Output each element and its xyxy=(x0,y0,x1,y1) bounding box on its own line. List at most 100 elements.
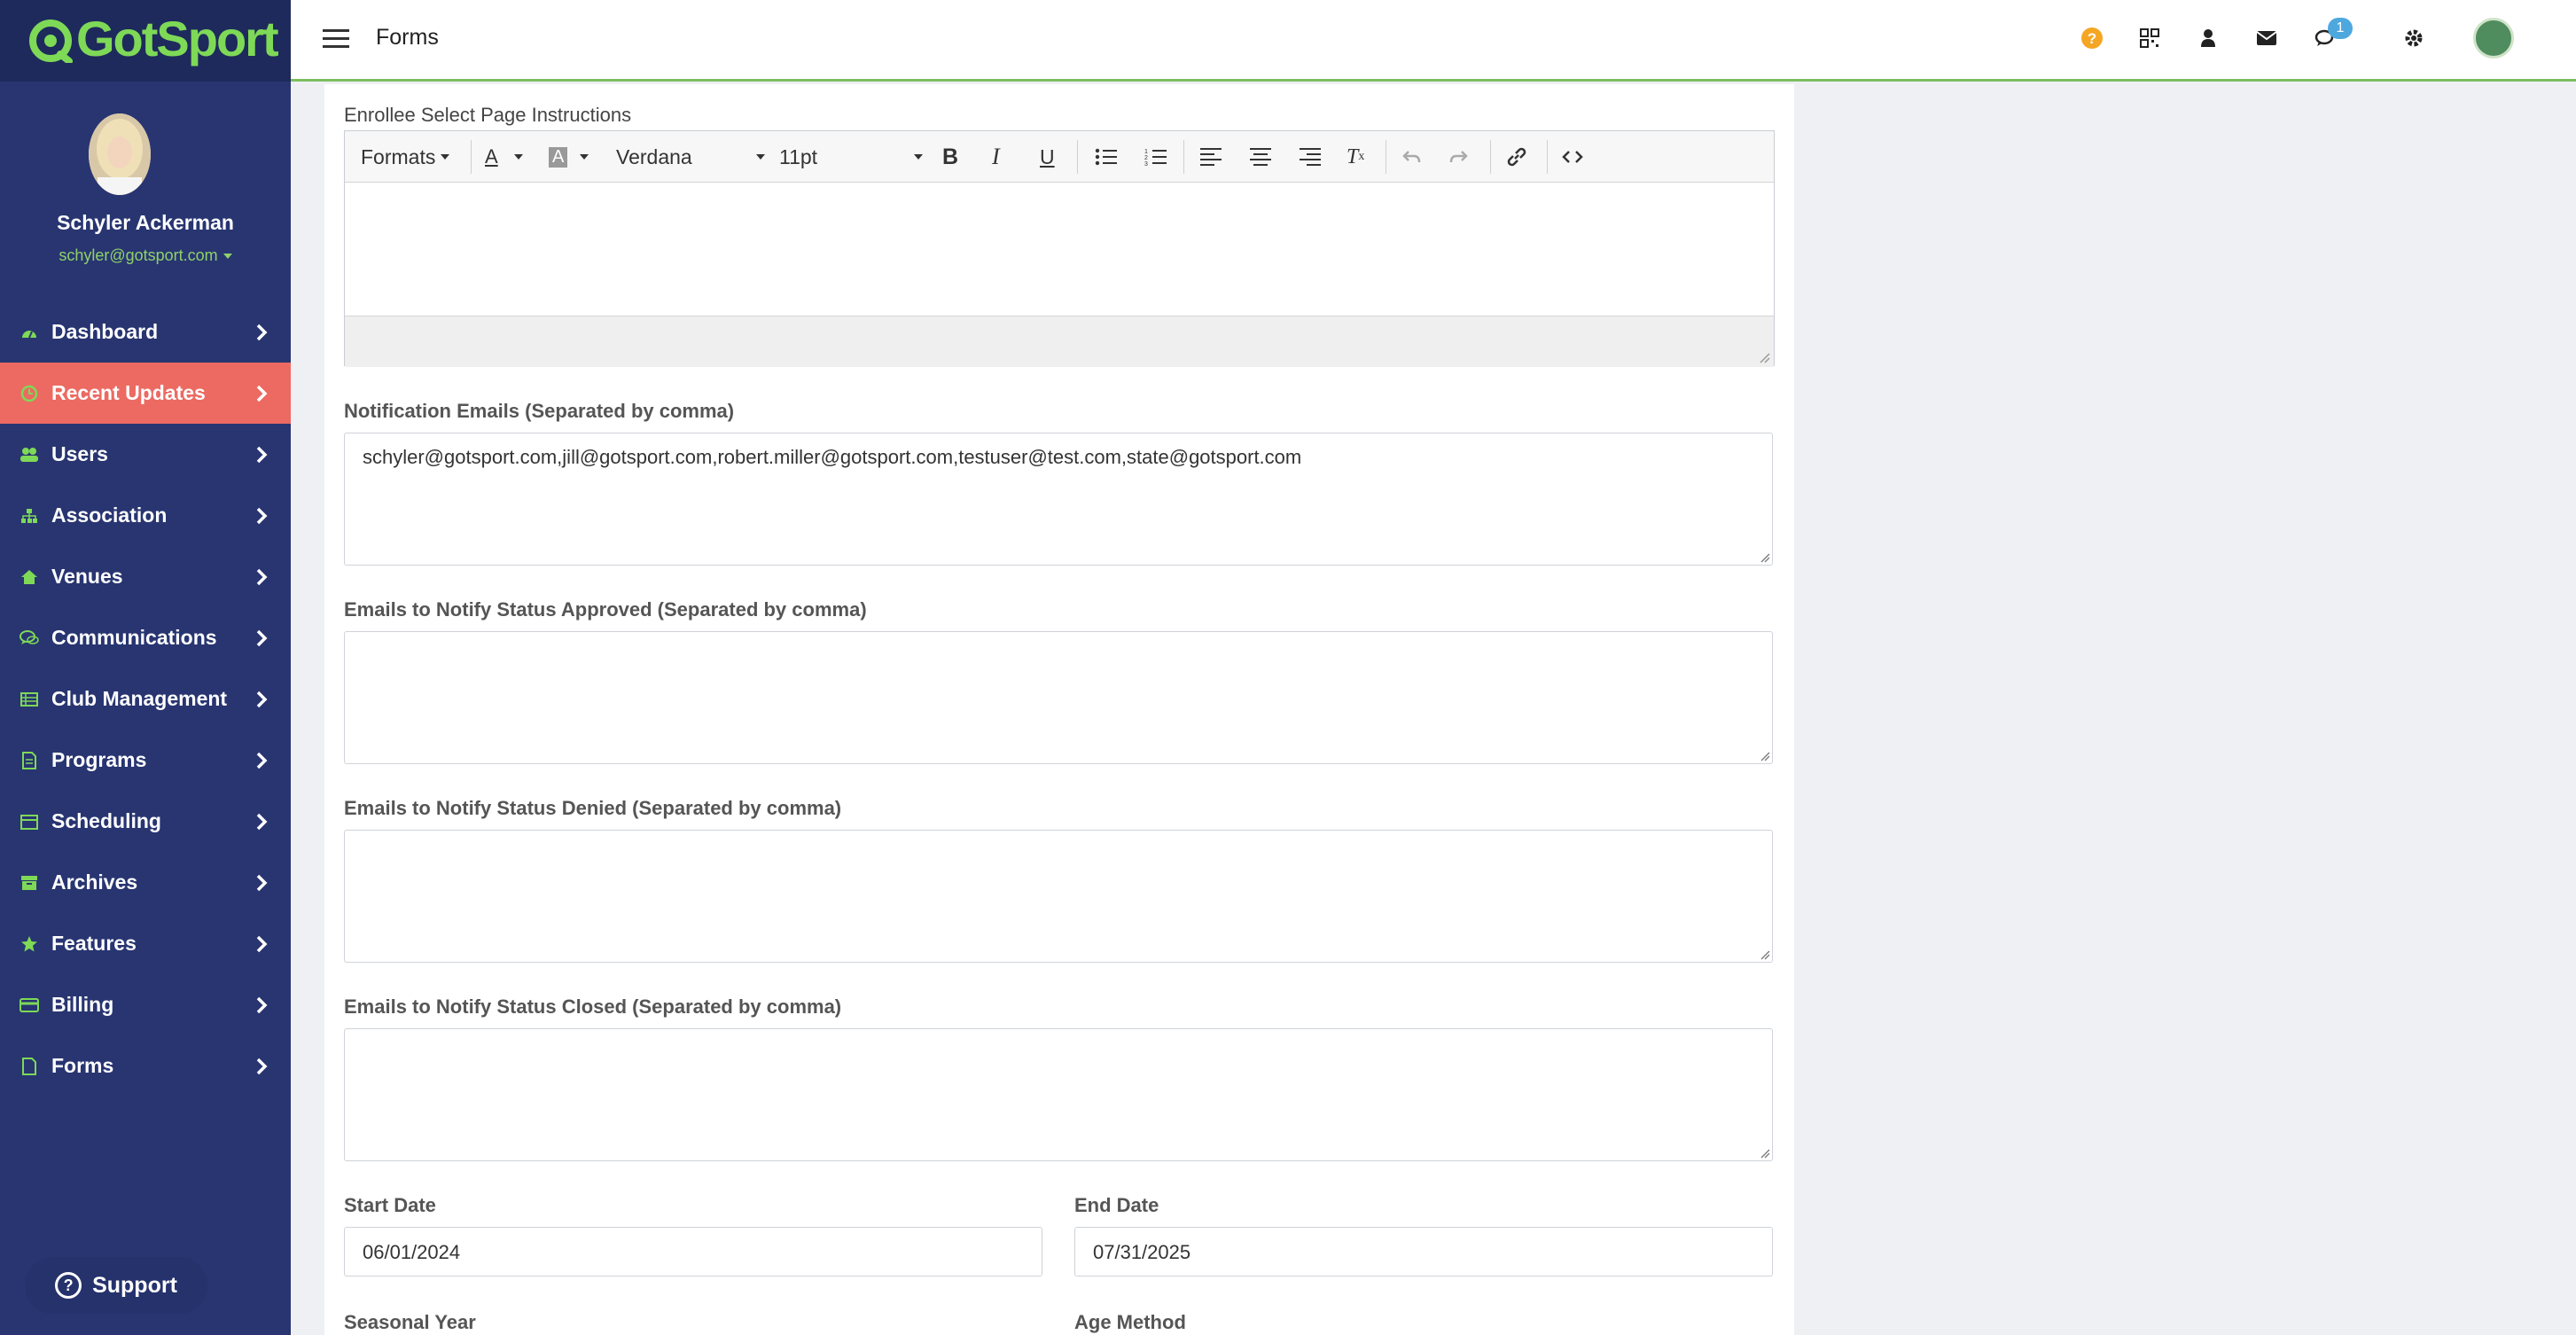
user-name: Schyler Ackerman xyxy=(57,211,234,234)
user-email-text: schyler@gotsport.com xyxy=(59,246,218,264)
sidebar-item-forms[interactable]: Forms xyxy=(0,1035,291,1097)
sidebar-item-recent-updates[interactable]: Recent Updates xyxy=(0,363,291,424)
editor-toolbar: Formats A A Verdana 11pt B I U 123 Tx xyxy=(345,131,1774,183)
italic-icon[interactable]: I xyxy=(992,144,1000,170)
resize-handle-icon[interactable] xyxy=(1760,1148,1770,1159)
notification-emails-label: Notification Emails (Separated by comma) xyxy=(344,400,735,422)
align-left-icon[interactable] xyxy=(1199,144,1222,170)
formats-dropdown[interactable]: Formats xyxy=(361,144,450,170)
sidebar-item-dashboard[interactable]: Dashboard xyxy=(0,301,291,363)
undo-icon[interactable] xyxy=(1401,144,1421,170)
chevron-right-icon xyxy=(256,874,268,892)
chevron-right-icon xyxy=(256,324,268,341)
support-label: Support xyxy=(92,1272,177,1298)
chevron-down-icon xyxy=(222,254,232,260)
sidebar-item-users[interactable]: Users xyxy=(0,424,291,485)
sidebar-item-label: Users xyxy=(51,442,108,465)
sidebar-item-scheduling[interactable]: Scheduling xyxy=(0,791,291,852)
rich-text-editor: Formats A A Verdana 11pt B I U 123 Tx xyxy=(344,130,1775,367)
sidebar-item-label: Recent Updates xyxy=(51,381,206,404)
editor-statusbar xyxy=(345,316,1774,367)
start-date-input[interactable]: 06/01/2024 xyxy=(344,1227,1042,1276)
redo-icon[interactable] xyxy=(1449,144,1469,170)
gotsport-logo[interactable]: GotSport xyxy=(27,7,279,71)
closed-emails-field[interactable] xyxy=(344,1028,1773,1161)
sidebar-item-features[interactable]: Features xyxy=(0,913,291,974)
background-color-button[interactable]: A xyxy=(549,144,589,170)
font-family-select[interactable]: Verdana xyxy=(616,144,765,170)
chevron-right-icon xyxy=(256,568,268,586)
document-icon xyxy=(20,1057,39,1076)
chevron-down-icon xyxy=(513,154,523,160)
sidebar-item-programs[interactable]: Programs xyxy=(0,730,291,791)
user-icon[interactable] xyxy=(2193,23,2223,53)
numbered-list-icon[interactable]: 123 xyxy=(1144,144,1167,170)
clear-formatting-icon[interactable]: Tx xyxy=(1347,144,1364,170)
font-size-value: 11pt xyxy=(779,144,818,168)
sidebar-item-label: Features xyxy=(51,932,137,955)
source-code-icon[interactable] xyxy=(1561,144,1584,170)
align-right-icon[interactable] xyxy=(1299,144,1322,170)
underline-icon[interactable]: U xyxy=(1040,144,1055,170)
gear-icon[interactable] xyxy=(2399,23,2429,53)
end-date-input[interactable]: 07/31/2025 xyxy=(1074,1227,1773,1276)
chevron-right-icon xyxy=(256,996,268,1014)
end-date-label: End Date xyxy=(1074,1194,1159,1216)
align-center-icon[interactable] xyxy=(1249,144,1272,170)
resize-handle-icon[interactable] xyxy=(1760,949,1770,960)
editor-content-area[interactable] xyxy=(345,183,1774,316)
chevron-right-icon xyxy=(256,813,268,831)
svg-text:1: 1 xyxy=(1144,149,1148,155)
font-size-select[interactable]: 11pt xyxy=(779,144,923,170)
sidebar-item-billing[interactable]: Billing xyxy=(0,974,291,1035)
envelope-icon[interactable] xyxy=(2252,23,2282,53)
chevron-right-icon xyxy=(256,935,268,953)
sidebar-item-club-management[interactable]: Club Management xyxy=(0,668,291,730)
bold-icon[interactable]: B xyxy=(942,144,958,170)
sidebar-item-label: Dashboard xyxy=(51,320,159,343)
chat-icon xyxy=(20,628,39,648)
chevron-down-icon xyxy=(914,154,923,160)
support-button[interactable]: ? Support xyxy=(25,1257,207,1314)
font-family-value: Verdana xyxy=(616,144,692,168)
sidebar-item-venues[interactable]: Venues xyxy=(0,546,291,607)
approved-emails-label: Emails to Notify Status Approved (Separa… xyxy=(344,598,867,621)
sidebar-item-archives[interactable]: Archives xyxy=(0,852,291,913)
resize-handle-icon[interactable] xyxy=(1758,351,1770,363)
sidebar-item-label: Billing xyxy=(51,993,114,1016)
svg-text:?: ? xyxy=(2088,30,2096,47)
question-icon: ? xyxy=(55,1272,82,1299)
notification-emails-field[interactable]: schyler@gotsport.com,jill@gotsport.com,r… xyxy=(344,433,1773,566)
users-icon xyxy=(20,445,39,465)
resize-handle-icon[interactable] xyxy=(1760,751,1770,761)
chat-notifications-icon[interactable]: 1 xyxy=(2310,18,2353,53)
logo-text: GotSport xyxy=(76,11,279,66)
closed-emails-label: Emails to Notify Status Closed (Separate… xyxy=(344,995,842,1018)
denied-emails-label: Emails to Notify Status Denied (Separate… xyxy=(344,797,842,819)
svg-text:2: 2 xyxy=(1144,155,1148,161)
sidebar-item-label: Venues xyxy=(51,565,123,588)
chevron-right-icon xyxy=(256,1058,268,1075)
sidebar-item-label: Communications xyxy=(51,626,217,649)
approved-emails-field[interactable] xyxy=(344,631,1773,764)
sidebar: GotSport Schyler Ackerman schyler@gotspo… xyxy=(0,0,291,1335)
chevron-down-icon xyxy=(441,154,450,160)
user-avatar[interactable] xyxy=(89,113,151,195)
svg-text:3: 3 xyxy=(1144,161,1148,167)
help-icon[interactable]: ? xyxy=(2077,23,2107,53)
user-email-dropdown[interactable]: schyler@gotsport.com xyxy=(0,246,291,265)
home-icon xyxy=(20,567,39,587)
sidebar-item-communications[interactable]: Communications xyxy=(0,607,291,668)
menu-toggle-icon[interactable] xyxy=(323,29,349,49)
chevron-right-icon xyxy=(256,752,268,769)
form-panel: Enrollee Select Page Instructions Format… xyxy=(324,84,1794,1335)
resize-handle-icon[interactable] xyxy=(1760,552,1770,563)
qr-code-icon[interactable] xyxy=(2135,23,2165,53)
organization-avatar[interactable] xyxy=(2473,18,2514,59)
link-icon[interactable] xyxy=(1506,144,1527,170)
background-color-glyph: A xyxy=(549,146,568,168)
sidebar-item-association[interactable]: Association xyxy=(0,485,291,546)
bullet-list-icon[interactable] xyxy=(1095,144,1118,170)
denied-emails-field[interactable] xyxy=(344,830,1773,963)
text-color-button[interactable]: A xyxy=(485,144,523,170)
